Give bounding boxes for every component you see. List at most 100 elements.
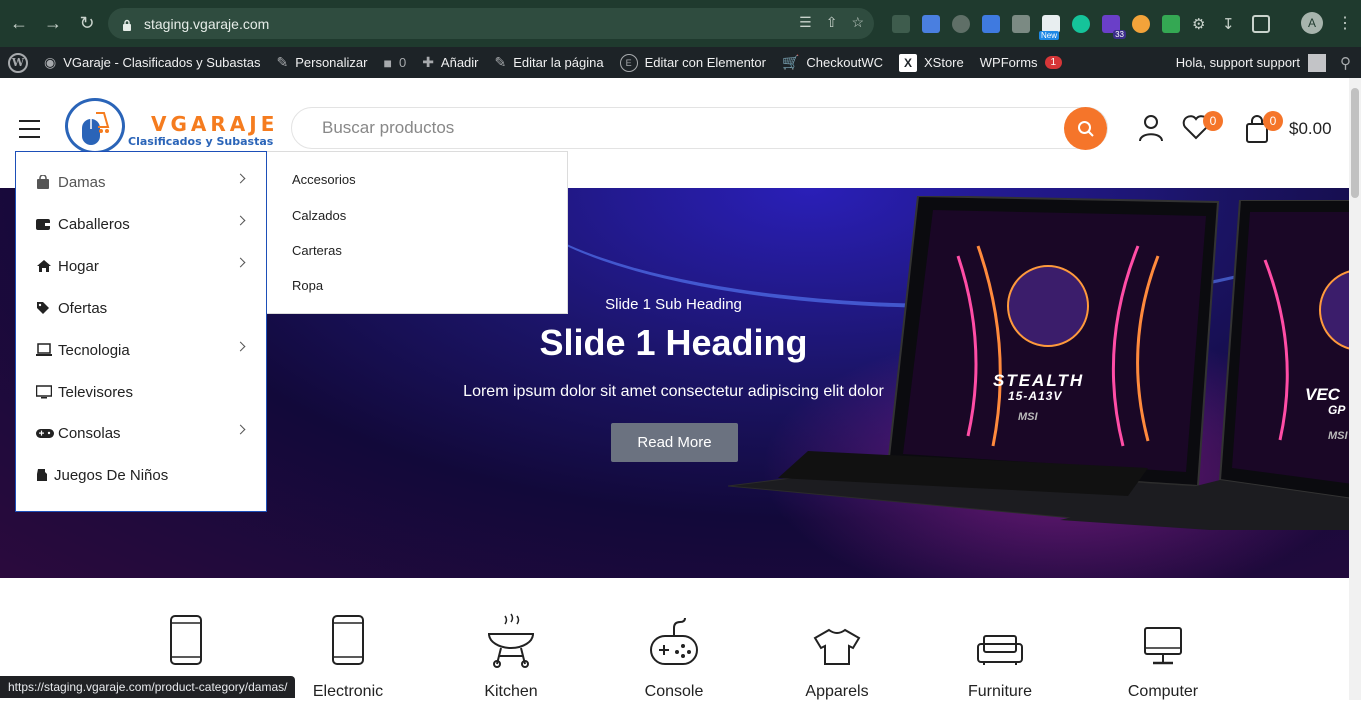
strip-label-kitchen[interactable]: Kitchen — [451, 683, 571, 701]
add-new-label: Añadir — [440, 55, 479, 70]
strip-label-computer[interactable]: Computer — [1103, 683, 1223, 701]
laptop-image-2: VEC GP MSI — [1060, 199, 1349, 540]
product-search-input[interactable]: Buscar productos — [291, 107, 1108, 150]
recycle-extension-icon[interactable] — [892, 14, 910, 33]
bookmark-star-icon[interactable]: ☆ — [851, 14, 864, 31]
search-icon[interactable]: ⚲ — [1340, 54, 1351, 72]
logo-mouse-cart-icon — [65, 98, 125, 154]
add-new-link[interactable]: ✚ Añadir — [414, 47, 486, 78]
site-name-link[interactable]: ◉ VGaraje - Clasificados y Subastas — [36, 47, 268, 78]
tshirt-icon — [813, 628, 861, 665]
back-arrow-icon[interactable]: ← — [4, 9, 34, 39]
plus-icon: ✚ — [422, 54, 434, 70]
strip-label-furniture[interactable]: Furniture — [940, 683, 1060, 701]
user-avatar[interactable] — [1308, 53, 1326, 72]
scrollbar-thumb[interactable] — [1351, 88, 1359, 198]
category-item-hogar[interactable]: Hogar — [16, 245, 266, 287]
wpforms-link[interactable]: WPForms 1 — [972, 47, 1070, 78]
puzzle-icon[interactable]: ⚙ — [1192, 15, 1210, 33]
graduation-extension-icon[interactable]: 33 — [1102, 14, 1126, 39]
gamepad-icon — [36, 426, 54, 440]
category-item-ofertas[interactable]: Ofertas — [16, 287, 266, 329]
category-item-damas[interactable]: Damas — [16, 161, 266, 203]
hero-description-text: Lorem ipsum dolor sit amet consectetur a… — [463, 383, 884, 400]
category-item-televisores[interactable]: Televisores — [16, 371, 266, 413]
strip-item-furniture[interactable] — [940, 634, 1060, 671]
grammarly-extension-icon[interactable] — [1072, 14, 1090, 33]
address-bar[interactable]: staging.vgaraje.com ☰ ⇧ ☆ — [108, 8, 874, 39]
sidepanel-icon[interactable] — [1252, 14, 1270, 33]
moon-extension-icon[interactable] — [1132, 14, 1150, 33]
wpforms-count-badge: 1 — [1044, 56, 1063, 69]
category-item-juegos-ninos[interactable]: Juegos De Niños — [16, 454, 266, 496]
toy-icon — [36, 468, 48, 482]
strip-item-electronic[interactable] — [288, 614, 408, 671]
strip-label-electronic[interactable]: Electronic — [288, 683, 408, 701]
dashboard-icon: ◉ — [44, 54, 57, 70]
logo-subtitle: Clasificados y Subastas — [128, 135, 274, 148]
read-more-button[interactable]: Read More — [611, 423, 738, 462]
search-button[interactable] — [1064, 107, 1107, 150]
strip-item-apparels[interactable] — [777, 628, 897, 671]
submenu-item-calzados[interactable]: Calzados — [292, 208, 346, 223]
forward-arrow-icon[interactable]: → — [38, 9, 68, 39]
profile-avatar[interactable]: A — [1301, 12, 1323, 34]
comment-icon: ■ — [383, 54, 392, 71]
category-label: Consolas — [58, 424, 121, 442]
globe-extension-icon[interactable] — [952, 14, 970, 33]
translate-extension-icon[interactable] — [982, 14, 1000, 33]
category-label: Ofertas — [58, 299, 108, 317]
submenu-item-carteras[interactable]: Carteras — [292, 243, 342, 258]
comments-link[interactable]: ■ 0 — [375, 47, 414, 78]
browser-menu-icon[interactable]: ⋮ — [1337, 13, 1353, 33]
edit-page-link[interactable]: ✎ Editar la página — [487, 47, 612, 78]
category-item-tecnologia[interactable]: Tecnologia — [16, 329, 266, 371]
site-logo[interactable]: VGARAJE Clasificados y Subastas — [65, 98, 275, 154]
strip-label-apparels[interactable]: Apparels — [777, 683, 897, 701]
hamburger-menu-icon[interactable] — [19, 120, 40, 144]
chevron-right-icon — [235, 215, 246, 226]
strip-label-console[interactable]: Console — [614, 683, 734, 701]
laptop2-model: GP — [1328, 403, 1346, 417]
chevron-right-icon — [235, 424, 246, 435]
elementor-icon: E — [619, 53, 638, 72]
comments-count: 0 — [398, 55, 407, 70]
cart-total[interactable]: $0.00 — [1289, 119, 1332, 139]
category-label: Caballeros — [58, 215, 130, 233]
strip-item-kitchen[interactable] — [451, 612, 571, 673]
download-icon[interactable]: ↧ — [1222, 15, 1240, 33]
strip-item-computer[interactable] — [1103, 626, 1223, 671]
translate-icon[interactable]: ☰ — [799, 14, 812, 31]
submenu-item-ropa[interactable]: Ropa — [292, 278, 323, 293]
tablet-icon — [332, 615, 364, 665]
page-scrollbar[interactable] — [1349, 78, 1361, 700]
strip-item-phone[interactable] — [126, 614, 246, 671]
docs-extension-icon[interactable] — [922, 14, 940, 33]
share-icon[interactable]: ⇧ — [826, 14, 838, 31]
browser-toolbar: ← → ↻ staging.vgaraje.com ☰ ⇧ ☆ New 33 ⚙… — [0, 0, 1361, 47]
gamepad-icon — [650, 617, 698, 665]
category-item-consolas[interactable]: Consolas — [16, 412, 266, 454]
damas-submenu: Accesorios Calzados Carteras Ropa — [267, 151, 568, 314]
customize-link[interactable]: ✎ Personalizar — [268, 47, 375, 78]
edit-page-label: Editar la página — [513, 55, 604, 70]
camera-extension-icon[interactable] — [1012, 14, 1030, 33]
bag-icon — [36, 174, 52, 189]
reload-icon[interactable]: ↻ — [72, 9, 102, 39]
colorful-extension-icon[interactable] — [1162, 14, 1180, 33]
strip-item-console[interactable] — [614, 616, 734, 673]
checkoutwc-label: CheckoutWC — [806, 55, 883, 70]
edit-elementor-link[interactable]: E Editar con Elementor — [612, 47, 774, 78]
grill-icon — [487, 613, 535, 668]
category-item-caballeros[interactable]: Caballeros — [16, 203, 266, 245]
xstore-link[interactable]: X XStore — [891, 47, 972, 78]
category-menu: Damas Caballeros Hogar Ofertas Tecnologi… — [15, 151, 267, 512]
checkoutwc-link[interactable]: 🛒 CheckoutWC — [774, 47, 891, 78]
user-greeting[interactable]: Hola, support support — [1176, 55, 1300, 70]
wp-logo-button[interactable]: W — [0, 47, 36, 78]
sofa-icon — [977, 635, 1023, 665]
xstore-icon: X — [899, 53, 917, 72]
s-extension-icon[interactable]: New — [1039, 14, 1060, 40]
account-icon[interactable] — [1138, 114, 1164, 147]
submenu-item-accesorios[interactable]: Accesorios — [292, 172, 356, 187]
